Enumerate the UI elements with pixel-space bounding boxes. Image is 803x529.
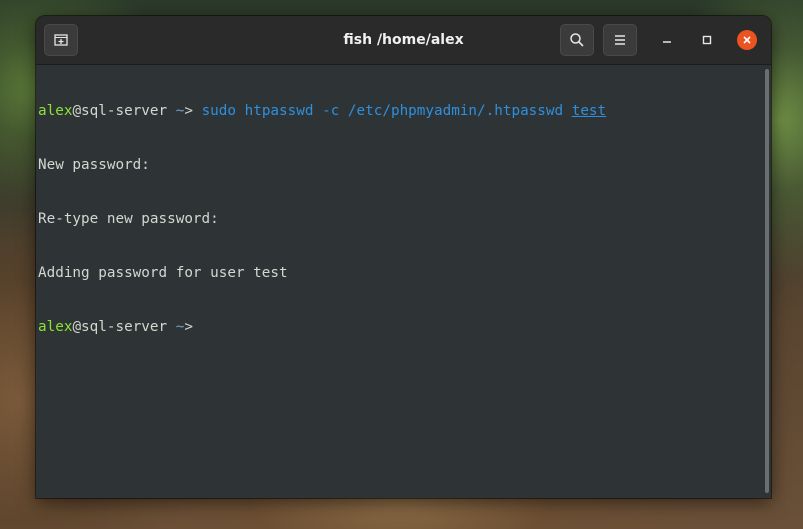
terminal-area[interactable]: alex@sql-server ~> sudo htpasswd -c /etc… (36, 65, 771, 498)
prompt-user: alex (38, 103, 73, 119)
terminal-line-command: alex@sql-server ~> sudo htpasswd -c /etc… (38, 102, 606, 120)
terminal-line-prompt: alex@sql-server ~> (38, 318, 606, 336)
command-arg: test (571, 103, 607, 119)
command-name: sudo (201, 103, 236, 119)
prompt-user: alex (38, 319, 73, 335)
terminal-line-output: Adding password for user test (38, 265, 288, 281)
title-bar[interactable]: fish /home/alex (36, 16, 771, 65)
terminal-line-output: Re-type new password: (38, 211, 219, 227)
prompt-host: @sql-server (72, 319, 168, 335)
minimize-icon (663, 41, 671, 43)
maximize-icon (702, 35, 712, 45)
command-arg: htpasswd (244, 103, 314, 119)
menu-button[interactable] (603, 24, 637, 56)
search-icon (570, 33, 584, 47)
terminal-output: alex@sql-server ~> sudo htpasswd -c /etc… (38, 66, 606, 372)
command-arg: /etc/phpmyadmin/.htpasswd (347, 103, 564, 119)
terminal-window: fish /home/alex alex@sql-server ~> sudo … (36, 16, 771, 498)
close-button[interactable] (737, 30, 757, 50)
close-icon (743, 36, 751, 44)
command-arg: -c (322, 103, 340, 119)
terminal-line-output: New password: (38, 157, 150, 173)
minimize-button[interactable] (657, 30, 677, 50)
prompt-host: @sql-server (72, 103, 168, 119)
prompt-arrow: > (184, 319, 193, 335)
scrollbar[interactable] (765, 69, 769, 493)
maximize-button[interactable] (697, 30, 717, 50)
hamburger-menu-icon (615, 35, 625, 45)
prompt-arrow: > (184, 103, 193, 119)
search-button[interactable] (560, 24, 594, 56)
